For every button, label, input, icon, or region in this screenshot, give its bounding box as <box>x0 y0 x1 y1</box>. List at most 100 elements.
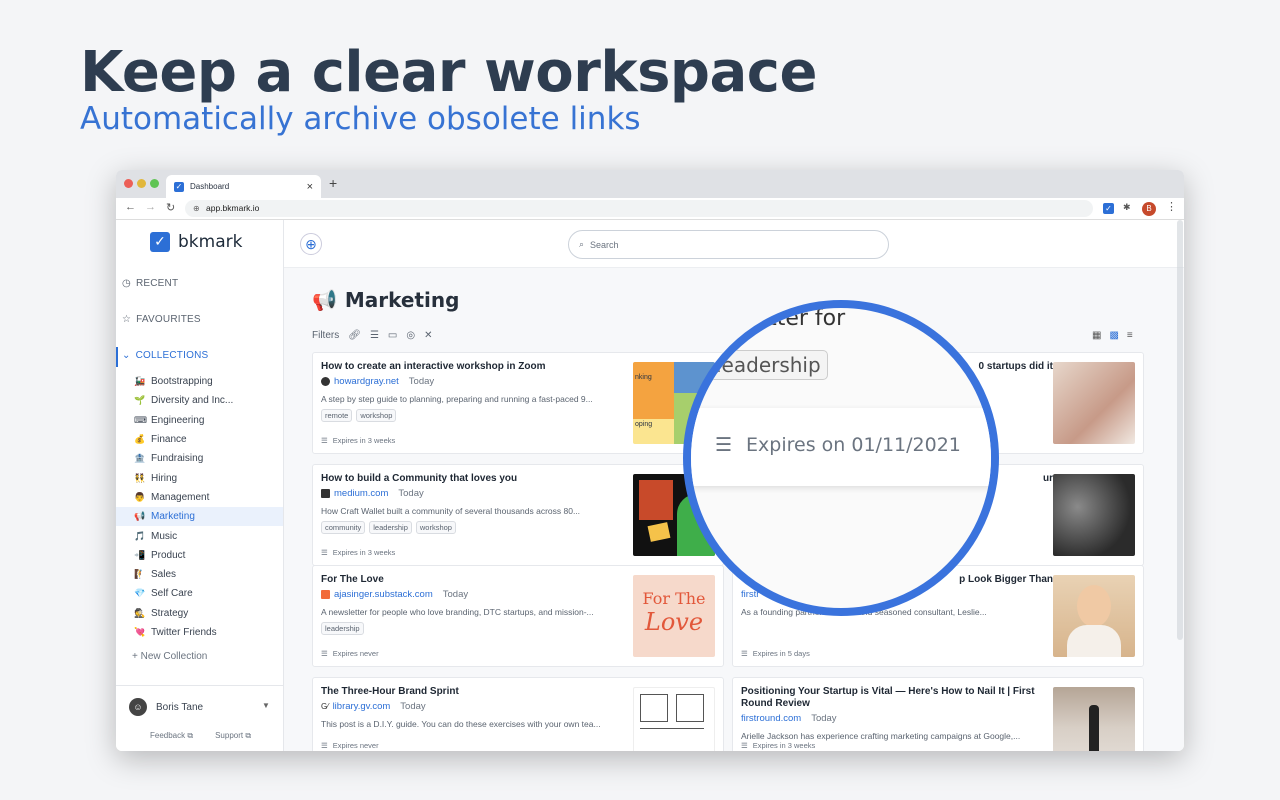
tab-dashboard[interactable]: ✓ Dashboard × <box>166 175 321 198</box>
support-link[interactable]: Support ⧉ <box>215 731 251 741</box>
sidebar-recent[interactable]: ◷ RECENT <box>122 278 178 289</box>
extensions-icon[interactable]: ✱ <box>1123 202 1131 213</box>
text-filter-icon[interactable]: ☰ <box>370 330 379 341</box>
tag[interactable]: leadership <box>369 521 412 534</box>
phone-icon: 📲 <box>134 549 146 560</box>
add-link-button[interactable]: ⊕ <box>300 233 322 255</box>
link-filter-icon[interactable]: 🔗︎ <box>348 330 361 341</box>
card-tags: remote workshop <box>321 409 397 422</box>
sidebar-collections[interactable]: ⌄ COLLECTIONS <box>122 350 208 361</box>
close-window-button[interactable] <box>124 179 133 188</box>
search-icon: ⌕ <box>579 239 585 249</box>
sidebar-item-management[interactable]: 👨 Management <box>116 488 283 507</box>
scrollbar[interactable] <box>1177 220 1183 640</box>
card-source-link[interactable]: ajasinger.substack.com <box>334 589 433 600</box>
sidebar-item-bootstrapping[interactable]: 🚂 Bootstrapping <box>116 372 283 391</box>
sidebar-item-hiring[interactable]: 👯 Hiring <box>116 468 283 487</box>
tag[interactable]: community <box>321 521 366 534</box>
card-source: firstround.com Today <box>741 713 837 724</box>
sidebar-item-label: Marketing <box>151 511 195 523</box>
card-expiry-text: Expires never <box>332 741 379 750</box>
lines-icon: ☰ <box>715 434 733 456</box>
link-card[interactable]: How to build a Community that loves you … <box>312 464 724 566</box>
search-placeholder: Search <box>590 239 619 250</box>
sidebar-item-sales[interactable]: 🧗 Sales <box>116 565 283 584</box>
sidebar-item-finance[interactable]: 💰 Finance <box>116 430 283 449</box>
magnified-expiry-text: Expires on 01/11/2021 <box>746 434 961 456</box>
grid-view-icon[interactable]: ▩ <box>1109 330 1118 341</box>
card-thumbnail <box>1053 474 1135 556</box>
minimize-window-button[interactable] <box>137 179 146 188</box>
keyboard-icon: ⌨ <box>134 414 147 425</box>
link-card[interactable]: How to create an interactive workshop in… <box>312 352 724 454</box>
site-info-icon[interactable]: ⊕ <box>193 200 200 217</box>
tab-close-icon[interactable]: × <box>307 181 313 193</box>
sidebar-item-label: Twitter Friends <box>151 627 217 638</box>
card-thumbnail <box>1053 687 1135 751</box>
magnified-expiry: ☰ Expires on 01/11/2021 <box>715 434 961 456</box>
sidebar-item-fundraising[interactable]: 🏦 Fundraising <box>116 449 283 468</box>
video-filter-icon[interactable]: ▭ <box>388 330 397 341</box>
tag[interactable]: leadership <box>321 622 364 635</box>
sidebar-item-product[interactable]: 📲 Product <box>116 546 283 565</box>
reload-icon[interactable]: ↻ <box>166 201 175 214</box>
profile-avatar[interactable]: B <box>1142 202 1156 216</box>
sidebar-item-music[interactable]: 🎵 Music <box>116 526 283 545</box>
card-source-link[interactable]: library.gv.com <box>333 701 391 712</box>
chevron-down-icon: ⌄ <box>122 350 131 361</box>
star-icon: ☆ <box>122 314 132 325</box>
card-source-link[interactable]: medium.com <box>334 488 388 499</box>
podcast-filter-icon[interactable]: ◎ <box>406 330 415 341</box>
lines-icon: ☰ <box>321 548 328 557</box>
sidebar-item-strategy[interactable]: 🕵 Strategy <box>116 604 283 623</box>
new-collection-button[interactable]: + New Collection <box>132 651 207 662</box>
link-card[interactable]: The Three-Hour Brand Sprint G⁄ library.gv… <box>312 677 724 751</box>
tag[interactable]: workshop <box>415 521 456 534</box>
sidebar-item-diversity[interactable]: 🌱 Diversity and Inc... <box>116 391 283 410</box>
card-thumbnail <box>633 687 715 751</box>
megaphone-icon: 📢 <box>312 288 337 312</box>
sidebar-item-label: Bootstrapping <box>151 376 213 388</box>
user-menu[interactable]: ☺ Boris Tane <box>129 698 203 716</box>
caret-down-icon[interactable]: ▼ <box>262 701 270 710</box>
link-card[interactable]: For The Love ajasinger.substack.com Today… <box>312 565 724 667</box>
card-description: This post is a D.I.Y. guide. You can do … <box>321 719 601 729</box>
maximize-window-button[interactable] <box>150 179 159 188</box>
sidebar-item-self-care[interactable]: 💎 Self Care <box>116 584 283 603</box>
card-title: Positioning Your Startup is Vital — Here… <box>741 686 1035 709</box>
search-input[interactable]: ⌕ Search <box>568 230 889 259</box>
browser-menu-icon[interactable]: ⋮ <box>1166 200 1177 213</box>
lines-icon: ☰ <box>321 436 328 445</box>
card-expiry: ☰ Expires in 3 weeks <box>741 741 815 750</box>
card-source-link[interactable]: firstround.com <box>741 713 801 724</box>
sidebar-item-twitter-friends[interactable]: 💘 Twitter Friends <box>116 623 283 642</box>
tag[interactable]: workshop <box>356 409 397 422</box>
forward-icon[interactable]: → <box>145 201 156 213</box>
list-view-icon[interactable]: ≡ <box>1127 330 1133 341</box>
site-favicon-icon <box>321 377 330 386</box>
footer-links: Feedback ⧉ Support ⧉ <box>150 731 251 741</box>
card-date: Today <box>408 376 435 387</box>
card-source-link[interactable]: howardgray.net <box>334 376 399 387</box>
hero-subtitle: Automatically archive obsolete links <box>80 101 641 137</box>
app-logo[interactable]: ✓ bkmark <box>150 232 242 252</box>
tag[interactable]: remote <box>321 409 353 422</box>
card-source: ajasinger.substack.com Today <box>321 589 468 600</box>
clear-filter-icon[interactable]: ✕ <box>424 330 432 341</box>
sidebar-item-marketing[interactable]: 📢 Marketing <box>116 507 283 527</box>
sidebar-item-label: Diversity and Inc... <box>151 395 234 407</box>
person-icon: 👨 <box>134 491 146 502</box>
sidebar-favourites[interactable]: ☆ FAVOURITES <box>122 314 201 325</box>
card-expiry: ☰ Expires in 3 weeks <box>321 548 395 557</box>
feedback-link[interactable]: Feedback ⧉ <box>150 731 193 741</box>
compact-view-icon[interactable]: ▦ <box>1092 330 1101 341</box>
new-tab-button[interactable]: + <box>329 175 337 191</box>
link-card[interactable]: Positioning Your Startup is Vital — Here… <box>732 677 1144 751</box>
sidebar-item-engineering[interactable]: ⌨ Engineering <box>116 411 283 430</box>
bkmark-extension-icon[interactable]: ✓ <box>1103 203 1114 214</box>
gv-icon: G⁄ <box>321 702 329 711</box>
detective-icon: 🕵 <box>134 607 146 618</box>
url-field[interactable]: ⊕ app.bkmark.io <box>185 200 1093 217</box>
hero-title: Keep a clear workspace <box>80 40 817 105</box>
back-icon[interactable]: ← <box>125 201 136 213</box>
